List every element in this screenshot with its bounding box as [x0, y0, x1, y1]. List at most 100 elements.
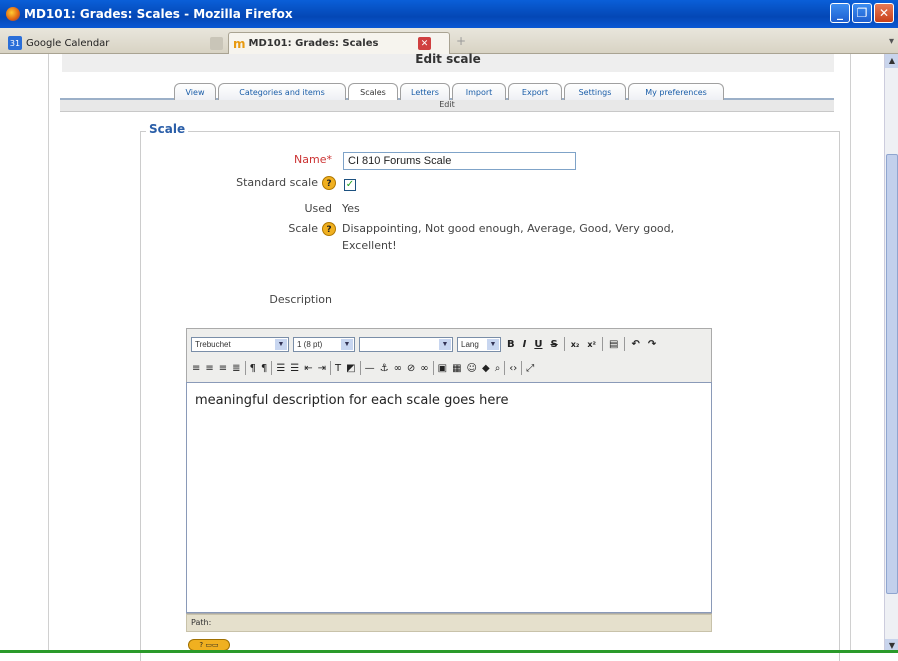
divider: [850, 54, 851, 653]
editor-toolbar-2: ≡ ≡ ≡ ≣ ¶ ¶ ☰ ☰ ⇤ ⇥ T ◩ — ⚓ ∞ ⊘ ∞ ▣ ▦ ☺ …: [191, 359, 535, 377]
tab-scales[interactable]: Scales: [348, 83, 398, 100]
moodle-tabs: View Categories and items Scales Letters…: [60, 82, 834, 100]
tab-categories-and-items[interactable]: Categories and items: [218, 83, 346, 100]
undo-icon[interactable]: ↶: [629, 339, 641, 350]
browser-tab-label: MD101: Grades: Scales: [248, 38, 379, 49]
tab-close-icon[interactable]: [210, 37, 223, 50]
tab-list-arrow-icon[interactable]: ▾: [889, 36, 894, 47]
moodle-icon: m: [233, 36, 246, 51]
editor-toolbar-1: Trebuchet ▼ 1 (8 pt) ▼ ▼ Lang ▼ B I U S x₂ …: [191, 335, 658, 353]
smiley-icon[interactable]: ☺: [466, 363, 478, 374]
used-value: Yes: [342, 202, 360, 215]
tab-letters[interactable]: Letters: [400, 83, 450, 100]
scale-value: Disappointing, Not good enough, Average,…: [342, 222, 675, 252]
ordered-list-icon[interactable]: ☰: [275, 363, 286, 374]
editor-content: meaningful description for each scale go…: [195, 393, 509, 408]
unordered-list-icon[interactable]: ☰: [289, 363, 300, 374]
description-label: Description: [269, 293, 332, 306]
tab-import[interactable]: Import: [452, 83, 506, 100]
browser-tab-grades[interactable]: m MD101: Grades: Scales ✕: [228, 32, 450, 54]
new-tab-icon[interactable]: +: [456, 34, 466, 48]
search-replace-icon[interactable]: ⌕: [494, 363, 502, 374]
chevron-down-icon: ▼: [439, 338, 451, 350]
page-content: Edit scale View Categories and items Sca…: [0, 52, 898, 661]
editor-textarea[interactable]: meaningful description for each scale go…: [186, 382, 712, 613]
size-select[interactable]: 1 (8 pt) ▼: [293, 336, 355, 352]
vertical-scrollbar[interactable]: ▲ ▼: [884, 54, 898, 653]
align-left-icon[interactable]: ≡: [191, 363, 201, 374]
subtab-bar: Edit: [60, 100, 834, 112]
chevron-down-icon: ▼: [487, 338, 499, 350]
tab-view[interactable]: View: [174, 83, 216, 100]
rtl-icon[interactable]: ¶: [260, 363, 268, 374]
scroll-up-icon[interactable]: ▲: [885, 54, 898, 68]
divider: [504, 361, 506, 375]
strikethrough-icon[interactable]: S: [548, 339, 559, 350]
fieldset-legend: Scale: [146, 122, 189, 136]
window-controls: _ ❐ ✕: [830, 3, 894, 23]
nolink-icon[interactable]: ∞: [419, 363, 429, 374]
chevron-down-icon: ▼: [341, 338, 353, 350]
scale-label: Scale?: [230, 222, 336, 236]
window-title: MD101: Grades: Scales - Mozilla Firefox: [24, 7, 293, 21]
scrollbar-thumb[interactable]: [886, 154, 898, 594]
bg-color-icon[interactable]: ◩: [345, 363, 356, 374]
page-title: Edit scale: [415, 52, 481, 66]
fullscreen-icon[interactable]: ⤢: [525, 363, 535, 374]
firefox-icon: [6, 7, 20, 21]
table-icon[interactable]: ▦: [451, 363, 462, 374]
divider: [271, 361, 273, 375]
outdent-icon[interactable]: ⇤: [303, 363, 313, 374]
superscript-icon[interactable]: x²: [585, 340, 598, 349]
tab-export[interactable]: Export: [508, 83, 562, 100]
ltr-icon[interactable]: ¶: [249, 363, 257, 374]
style-select[interactable]: ▼: [359, 336, 453, 352]
browser-tab-bar: 31 Google Calendar m MD101: Grades: Scal…: [0, 28, 898, 54]
divider: [602, 337, 604, 351]
lang-select[interactable]: Lang ▼: [457, 336, 501, 352]
divider: [521, 361, 523, 375]
divider: [244, 361, 246, 375]
font-select[interactable]: Trebuchet ▼: [191, 336, 289, 352]
redo-icon[interactable]: ↷: [646, 339, 658, 350]
divider: [48, 54, 49, 653]
browser-tab-calendar[interactable]: 31 Google Calendar: [4, 32, 230, 54]
divider: [624, 337, 626, 351]
name-field[interactable]: [343, 152, 576, 170]
special-char-icon[interactable]: ◆: [481, 363, 491, 374]
horizontal-rule-icon[interactable]: —: [364, 363, 376, 374]
chevron-down-icon: ▼: [275, 338, 287, 350]
justify-icon[interactable]: ≣: [231, 363, 241, 374]
indent-icon[interactable]: ⇥: [317, 363, 327, 374]
align-right-icon[interactable]: ≡: [218, 363, 228, 374]
standard-scale-checkbox[interactable]: ✓: [344, 179, 356, 191]
clean-word-icon[interactable]: ▤: [607, 339, 620, 350]
italic-icon[interactable]: I: [521, 339, 529, 350]
html-source-icon[interactable]: ‹›: [508, 363, 518, 374]
image-icon[interactable]: ▣: [437, 363, 448, 374]
divider: [563, 337, 565, 351]
tab-close-icon[interactable]: ✕: [418, 37, 431, 50]
help-icon[interactable]: ?: [322, 222, 336, 236]
bold-icon[interactable]: B: [505, 339, 517, 350]
used-label: Used: [304, 202, 332, 215]
tab-settings[interactable]: Settings: [564, 83, 626, 100]
unlink-icon[interactable]: ⊘: [406, 363, 416, 374]
window-titlebar: MD101: Grades: Scales - Mozilla Firefox …: [0, 0, 898, 28]
tab-my-preferences[interactable]: My preferences: [628, 83, 724, 100]
anchor-icon[interactable]: ⚓: [379, 363, 390, 374]
minimize-button[interactable]: _: [830, 3, 850, 23]
text-color-icon[interactable]: T: [334, 363, 342, 374]
help-icon[interactable]: ?: [322, 176, 336, 190]
align-center-icon[interactable]: ≡: [204, 363, 214, 374]
browser-tab-label: Google Calendar: [26, 37, 110, 49]
divider: [359, 361, 361, 375]
link-icon[interactable]: ∞: [393, 363, 403, 374]
subtab-edit[interactable]: Edit: [60, 100, 834, 109]
calendar-icon: 31: [8, 36, 22, 50]
close-window-button[interactable]: ✕: [874, 3, 894, 23]
underline-icon[interactable]: U: [532, 339, 544, 350]
name-label: Name*: [294, 153, 332, 166]
maximize-button[interactable]: ❐: [852, 3, 872, 23]
subscript-icon[interactable]: x₂: [569, 340, 582, 349]
